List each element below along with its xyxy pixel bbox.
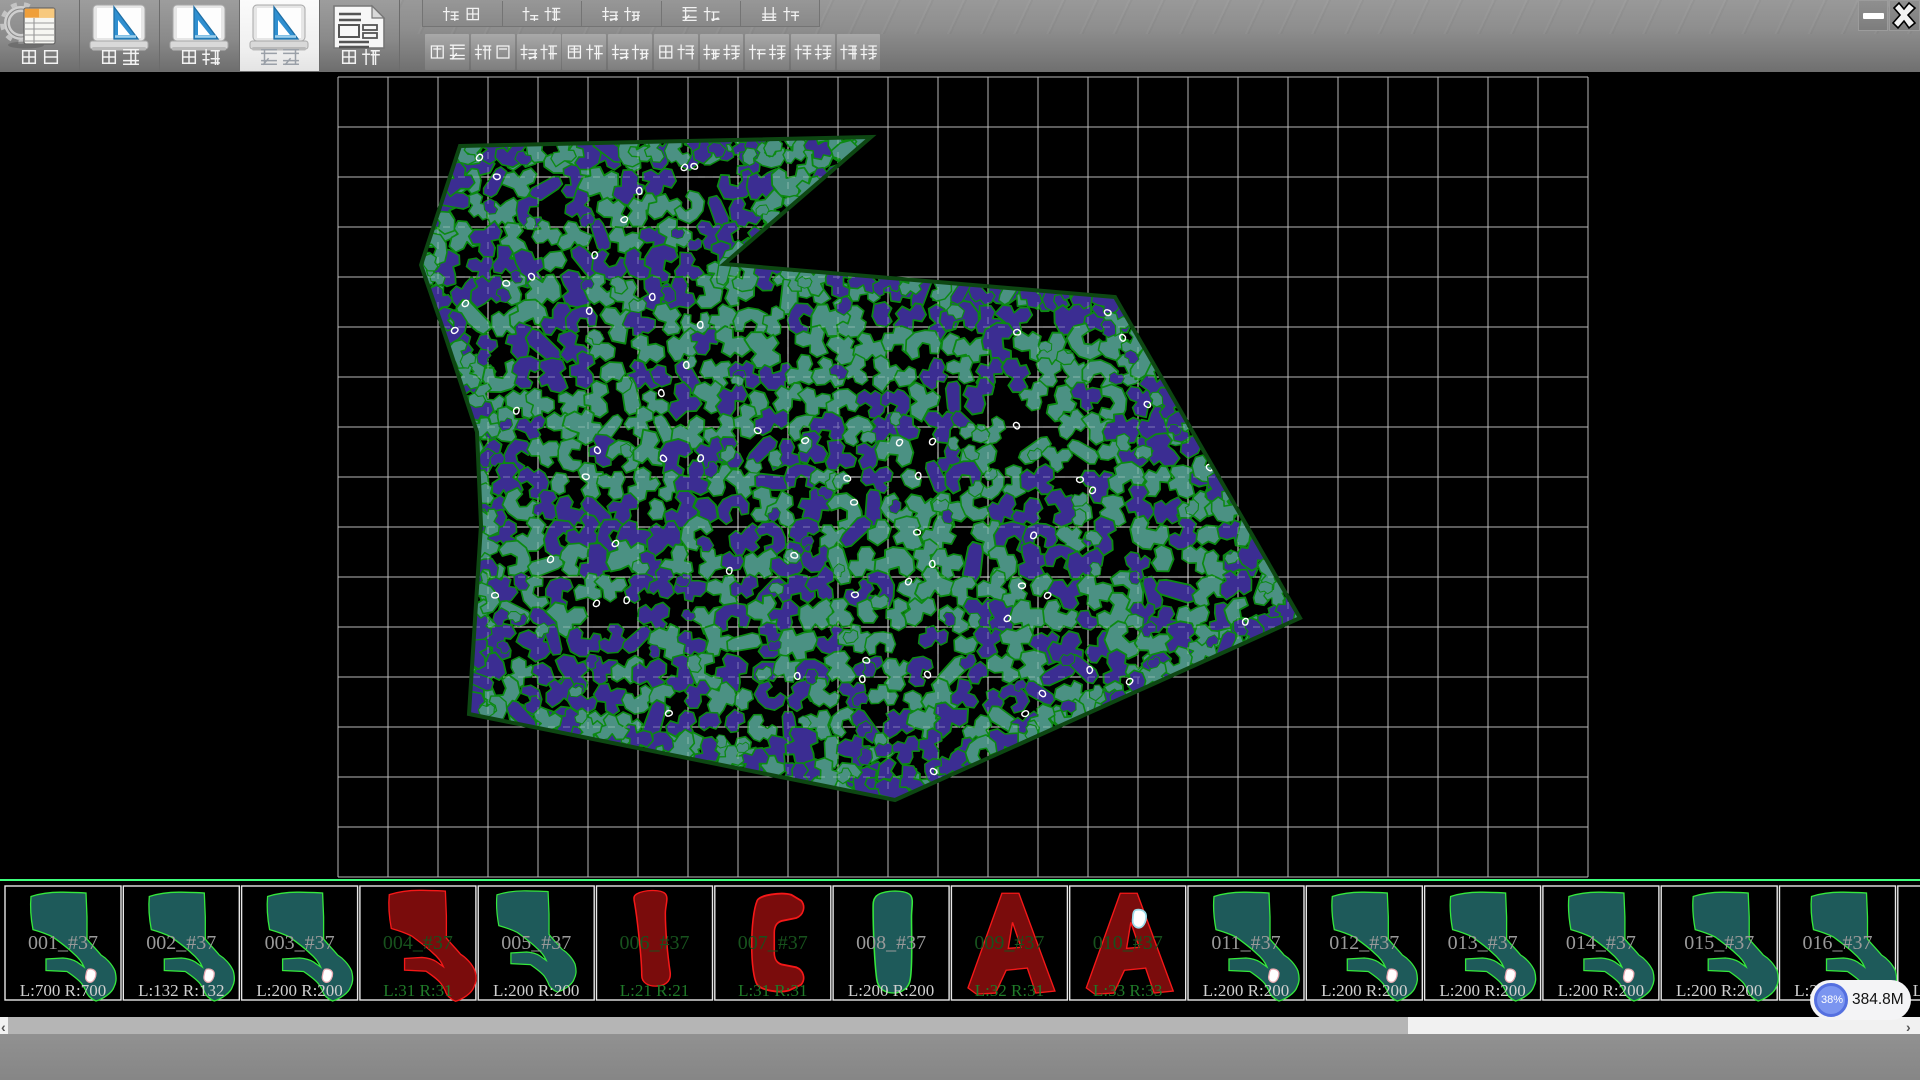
svg-text:010_#37: 010_#37	[1093, 932, 1163, 954]
svg-text:L:200 R:200: L:200 R:200	[848, 981, 934, 1000]
svg-text:L:200 R:200: L:200 R:200	[1676, 981, 1762, 1000]
svg-text:006_#37: 006_#37	[620, 932, 690, 954]
svg-text:003_#37: 003_#37	[265, 932, 335, 954]
svg-text:007_#37: 007_#37	[738, 932, 808, 954]
svg-text:L:33 R:33: L:33 R:33	[1093, 981, 1162, 1000]
svg-text:009_#37: 009_#37	[974, 932, 1044, 954]
svg-text:L:200 R:200: L:200 R:200	[1913, 981, 1920, 1000]
svg-text:016_#37: 016_#37	[1803, 932, 1873, 954]
svg-text:013_#37: 013_#37	[1448, 932, 1518, 954]
svg-text:L:200 R:200: L:200 R:200	[256, 981, 342, 1000]
svg-text:012_#37: 012_#37	[1329, 932, 1399, 954]
svg-text:L:200 R:200: L:200 R:200	[1558, 981, 1644, 1000]
svg-text:L:200 R:200: L:200 R:200	[493, 981, 579, 1000]
svg-text:008_#37: 008_#37	[856, 932, 926, 954]
svg-text:L:132 R:132: L:132 R:132	[138, 981, 224, 1000]
svg-text:L:200 R:200: L:200 R:200	[1203, 981, 1289, 1000]
svg-text:L:200 R:200: L:200 R:200	[1321, 981, 1407, 1000]
svg-text:L:32 R:31: L:32 R:31	[975, 981, 1044, 1000]
svg-text:001_#37: 001_#37	[28, 932, 98, 954]
svg-text:014_#37: 014_#37	[1566, 932, 1636, 954]
svg-text:L:31 R:31: L:31 R:31	[738, 981, 807, 1000]
svg-text:004_#37: 004_#37	[383, 932, 453, 954]
svg-text:L:21 R:21: L:21 R:21	[620, 981, 689, 1000]
svg-text:L:31 R:31: L:31 R:31	[383, 981, 452, 1000]
svg-text:L:700 R:700: L:700 R:700	[20, 981, 106, 1000]
svg-text:L:200 R:200: L:200 R:200	[1439, 981, 1525, 1000]
svg-text:005_#37: 005_#37	[501, 932, 571, 954]
svg-text:011_#37: 011_#37	[1211, 932, 1280, 954]
svg-text:002_#37: 002_#37	[146, 932, 216, 954]
svg-text:015_#37: 015_#37	[1684, 932, 1754, 954]
